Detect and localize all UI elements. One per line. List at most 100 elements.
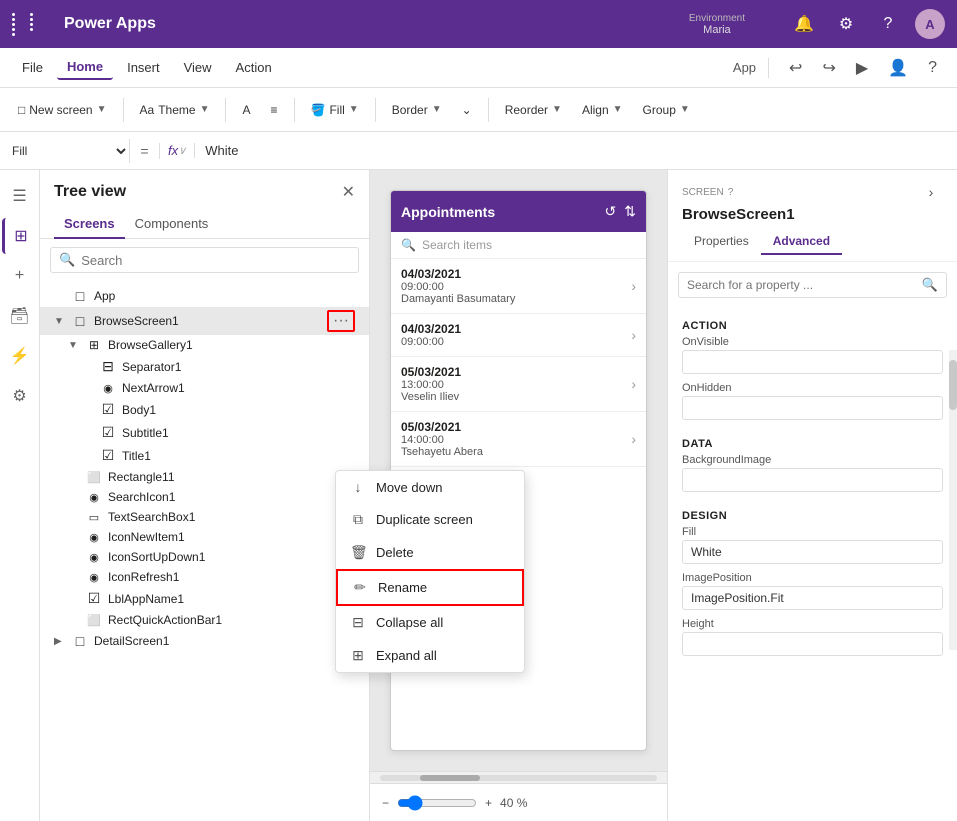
onvisible-input[interactable] [682,350,943,374]
sidebar-data-icon[interactable]: 🗃 [2,298,38,334]
menu-action[interactable]: Action [226,56,282,79]
play-btn[interactable]: ▶ [848,54,876,82]
tree-search-box[interactable]: 🔍 [50,247,359,273]
context-menu-dots-btn[interactable]: ··· [327,310,355,332]
formula-bar: Fill = fx ∨ White [0,132,957,170]
ctx-expand-all[interactable]: ⊞ Expand all [336,639,524,672]
reorder-btn[interactable]: Reorder ▼ [497,99,570,121]
tree-close-btn[interactable]: ✕ [342,182,355,202]
menu-insert[interactable]: Insert [117,56,170,79]
gallery-icon: ⊞ [86,338,102,352]
formula-property-select[interactable]: Fill [0,139,130,163]
tree-item-browsescreen1[interactable]: ▼ □ BrowseScreen1 ··· [40,307,369,335]
props-tabs: Properties Advanced [682,229,943,255]
tree-item-subtitle1[interactable]: ☑ Subtitle1 [40,421,369,444]
canvas-hscrollbar[interactable] [370,771,667,783]
sidebar-add-icon[interactable]: + [2,258,38,294]
refresh-header-icon[interactable]: ↺ [605,203,617,220]
tree-item-label: Separator1 [122,360,355,374]
ctx-move-down[interactable]: ↓ Move down [336,471,524,503]
text-align-btn[interactable]: ≡ [262,99,285,121]
tree-item-nextarrow1[interactable]: ◉ NextArrow1 [40,378,369,398]
imageposition-input[interactable] [682,586,943,610]
tree-item-separator1[interactable]: ⊟ Separator1 [40,355,369,378]
section-design: DESIGN [682,510,943,522]
tree-item-iconnewitem1[interactable]: ◉ IconNewItem1 [40,527,369,547]
item-chevron-icon: › [631,278,636,294]
backgroundimage-input[interactable] [682,468,943,492]
avatar[interactable]: A [915,9,945,39]
help-menu-btn[interactable]: ? [920,55,945,81]
tree-item-detailscreen1[interactable]: ▶ □ DetailScreen1 [40,630,369,652]
tree-item-app[interactable]: □ App [40,285,369,307]
props-search-box[interactable]: 🔍 [678,272,947,298]
group-btn[interactable]: Group ▼ [635,99,698,121]
sort-header-icon[interactable]: ⇅ [624,203,636,220]
zoom-in-btn[interactable]: + [485,796,492,810]
new-screen-btn[interactable]: □ New screen ▼ [10,99,115,121]
props-search-input[interactable] [687,278,916,292]
ctx-duplicate-screen[interactable]: ⧉ Duplicate screen [336,503,524,536]
app-list-item-3[interactable]: 05/03/2021 14:00:00 Tsehayetu Abera › [391,412,646,467]
ctx-collapse-all[interactable]: ⊟ Collapse all [336,606,524,639]
notification-icon[interactable]: 🔔 [789,9,819,39]
help-icon[interactable]: ? [873,9,903,39]
tab-properties[interactable]: Properties [682,229,761,255]
redo-btn[interactable]: ↪ [814,54,843,82]
canvas-bottom-bar: − + 40 % [370,783,667,821]
props-scrollbar-thumb[interactable] [949,360,957,410]
expand-icon: ⊞ [350,647,366,664]
border-btn[interactable]: Border ▼ [384,99,450,121]
ctx-rename[interactable]: ✏ Rename [336,569,524,606]
menu-view[interactable]: View [174,56,222,79]
align-btn[interactable]: Align ▼ [574,99,631,121]
tree-item-rectquickactionbar1[interactable]: ⬜ RectQuickActionBar1 [40,610,369,630]
tree-item-title1[interactable]: ☑ Title1 [40,444,369,467]
tab-advanced[interactable]: Advanced [761,229,842,255]
app-list-item-1[interactable]: 04/03/2021 09:00:00 › [391,314,646,357]
app-list-item-2[interactable]: 05/03/2021 13:00:00 Veselin Iliev › [391,357,646,412]
sep3 [294,98,295,122]
fill-input[interactable] [682,540,943,564]
app-search-bar[interactable]: 🔍 Search items [391,232,646,259]
share-btn[interactable]: 👤 [880,54,916,82]
sidebar-nav-icon[interactable]: ☰ [2,178,38,214]
app-list-item-0[interactable]: 04/03/2021 09:00:00 Damayanti Basumatary… [391,259,646,314]
tab-screens[interactable]: Screens [54,210,125,239]
formula-fx-label: fx ∨ [160,143,195,158]
theme-btn[interactable]: Aa Theme ▼ [132,99,218,121]
zoom-slider[interactable] [397,795,477,811]
undo-btn[interactable]: ↩ [781,54,810,82]
tree-item-body1[interactable]: ☑ Body1 [40,398,369,421]
onhidden-input[interactable] [682,396,943,420]
app-item-time: 14:00:00 [401,434,483,446]
zoom-out-btn[interactable]: − [382,796,389,810]
tree-search-input[interactable] [81,253,350,268]
menu-file[interactable]: File [12,56,53,79]
sidebar-power-icon[interactable]: ⚡ [2,338,38,374]
apps-grid-icon[interactable] [12,13,46,36]
tree-item-browsegallery1[interactable]: ▼ ⊞ BrowseGallery1 [40,335,369,355]
sidebar-tree-icon[interactable]: ⊞ [2,218,38,254]
font-color-btn[interactable]: A [234,99,258,121]
tree-item-iconsortupdown1[interactable]: ◉ IconSortUpDown1 [40,547,369,567]
new-screen-icon: □ [18,103,25,117]
height-input[interactable] [682,632,943,656]
tree-item-searchicon1[interactable]: ◉ SearchIcon1 [40,487,369,507]
item-chevron-icon: › [631,376,636,392]
ctx-delete[interactable]: 🗑 Delete [336,536,524,569]
chevron-down-btn[interactable]: ⌄ [454,99,480,121]
tree-item-iconrefresh1[interactable]: ◉ IconRefresh1 [40,567,369,587]
question-icon[interactable]: ? [728,187,734,198]
tab-components[interactable]: Components [125,210,219,239]
expand-panel-btn[interactable]: › [919,180,943,204]
tree-tabs: Screens Components [40,210,369,239]
menu-home[interactable]: Home [57,55,113,80]
tree-item-textsearchbox1[interactable]: ▭ TextSearchBox1 [40,507,369,527]
sidebar-settings-icon[interactable]: ⚙ [2,378,38,414]
tree-item-rectangle11[interactable]: ⬜ Rectangle11 [40,467,369,487]
settings-icon[interactable]: ⚙ [831,9,861,39]
app-item-name: Tsehayetu Abera [401,446,483,458]
fill-btn[interactable]: 🪣 Fill ▼ [303,99,367,121]
tree-item-lblappname1[interactable]: ☑ LblAppName1 [40,587,369,610]
